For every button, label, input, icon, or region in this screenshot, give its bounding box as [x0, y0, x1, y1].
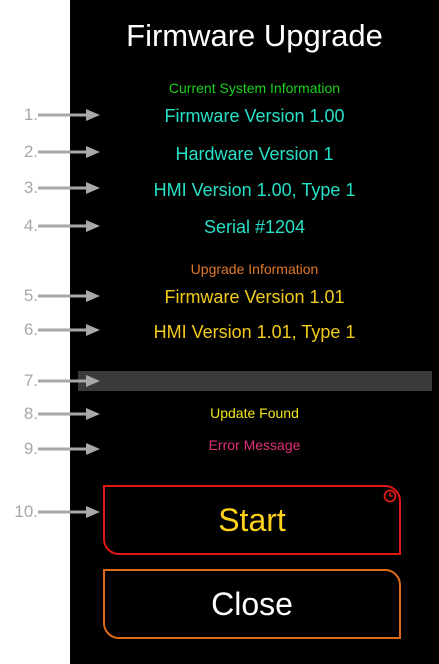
right-arrow-icon — [38, 146, 100, 158]
callout-1: 1. — [0, 103, 104, 127]
start-button-label: Start — [218, 501, 286, 538]
current-hmi-version: HMI Version 1.00, Type 1 — [153, 180, 356, 200]
current-hardware-version: Hardware Version 1 — [175, 144, 334, 164]
right-arrow-icon — [38, 182, 100, 194]
callout-number: 4. — [23, 216, 38, 235]
close-button-label: Close — [211, 585, 293, 622]
callout-9: 9. — [0, 437, 104, 461]
callout-number: 1. — [23, 105, 38, 124]
right-arrow-icon — [38, 220, 100, 232]
clock-icon — [383, 489, 397, 503]
callout-6: 6. — [0, 318, 104, 342]
current-system-heading: Current System Information — [168, 80, 341, 96]
callout-4: 4. — [0, 214, 104, 238]
close-button[interactable]: Close — [103, 569, 401, 639]
callout-number: 2. — [23, 142, 38, 161]
right-arrow-icon — [38, 375, 100, 387]
callout-number: 7. — [23, 371, 38, 390]
callout-5: 5. — [0, 284, 104, 308]
callout-number: 3. — [23, 178, 38, 197]
callout-7: 7. — [0, 369, 104, 393]
upgrade-progress-bar — [78, 371, 432, 391]
upgrade-hmi-version: HMI Version 1.01, Type 1 — [153, 322, 356, 342]
right-arrow-icon — [38, 324, 100, 336]
upgrade-firmware-version: Firmware Version 1.01 — [164, 287, 345, 307]
update-found-status: Update Found — [210, 405, 299, 421]
right-arrow-icon — [38, 506, 100, 518]
page-title: Firmware Upgrade — [126, 18, 383, 53]
callout-number: 6. — [23, 320, 38, 339]
callout-number: 10. — [14, 502, 38, 521]
callout-number: 8. — [23, 404, 38, 423]
right-arrow-icon — [38, 408, 100, 420]
right-arrow-icon — [38, 290, 100, 302]
right-arrow-icon — [38, 109, 100, 121]
serial-number: Serial #1204 — [203, 217, 306, 237]
callout-2: 2. — [0, 140, 104, 164]
callout-10: 10. — [0, 500, 104, 524]
error-message: Error Message — [208, 437, 301, 453]
callout-number: 9. — [23, 439, 38, 458]
callout-8: 8. — [0, 402, 104, 426]
start-button[interactable]: Start — [103, 485, 401, 555]
current-firmware-version: Firmware Version 1.00 — [164, 106, 345, 126]
right-arrow-icon — [38, 443, 100, 455]
upgrade-info-heading: Upgrade Information — [190, 261, 319, 277]
callout-3: 3. — [0, 176, 104, 200]
callout-number: 5. — [23, 286, 38, 305]
